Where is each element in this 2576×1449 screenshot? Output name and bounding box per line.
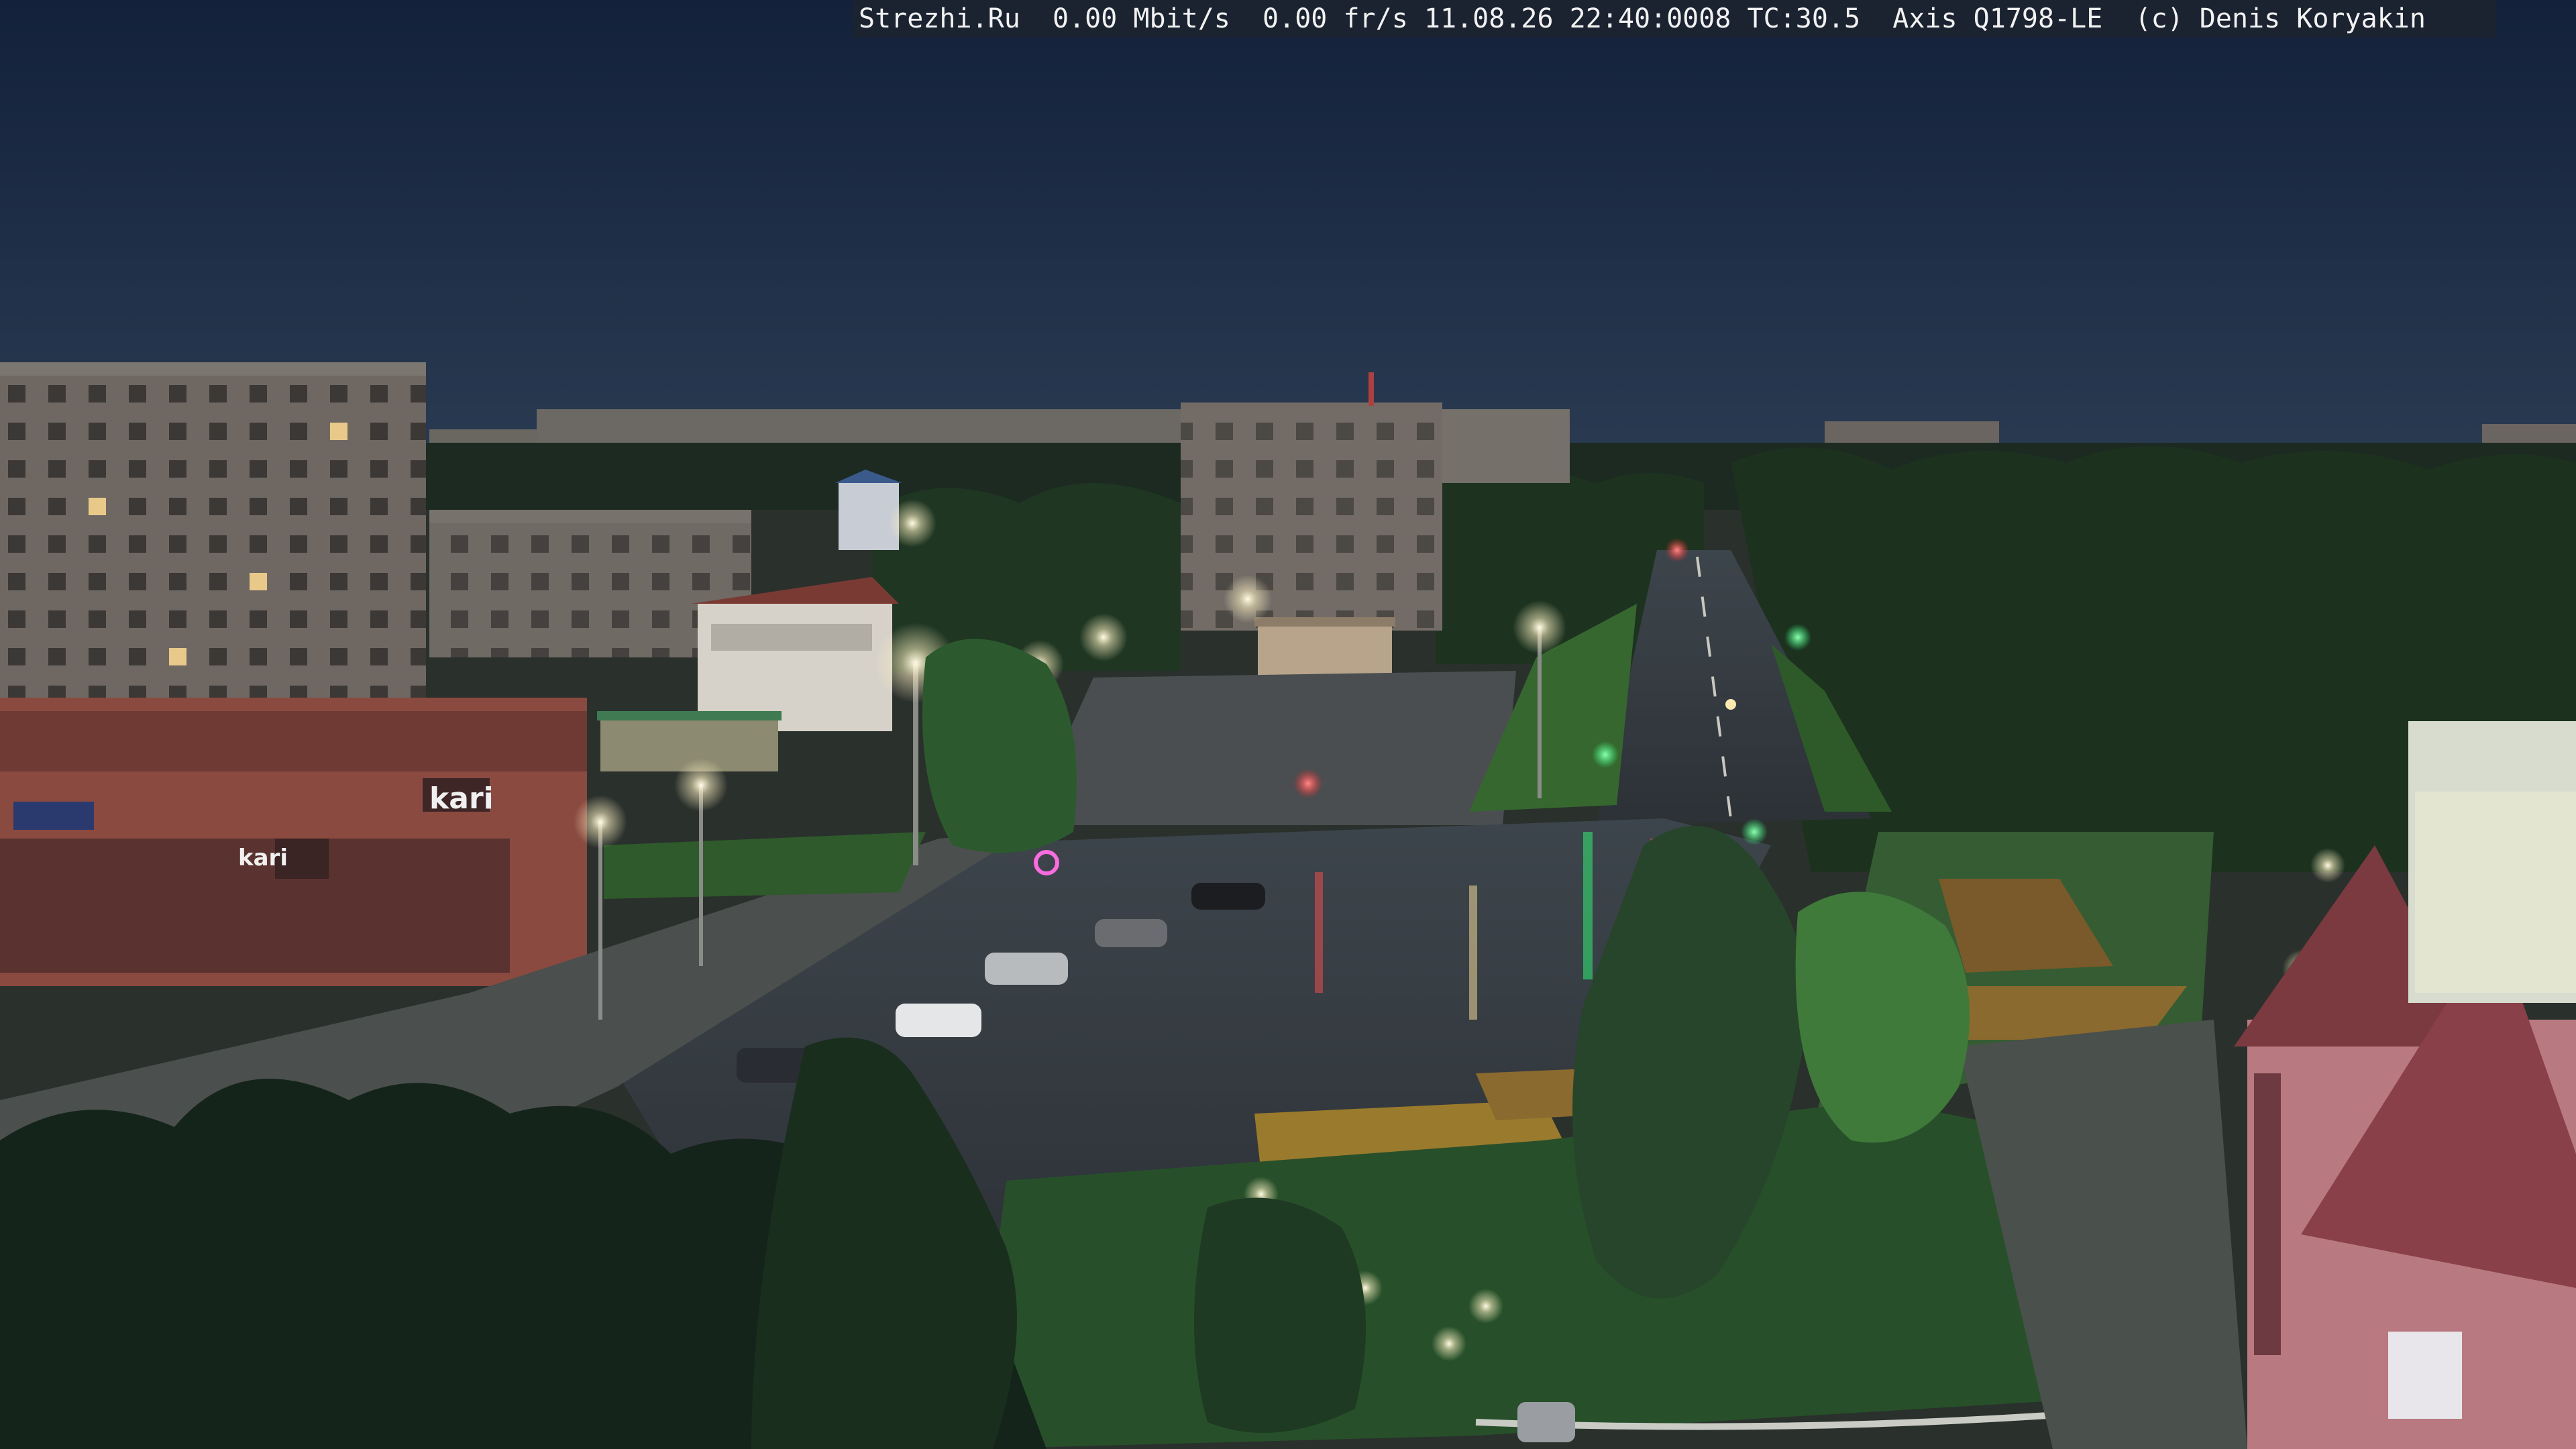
plaza	[1026, 671, 1516, 825]
blue-roof-tower	[835, 470, 902, 550]
red-roof-house	[691, 577, 899, 731]
pavilion-building	[1254, 617, 1395, 681]
camera-info-overlay: Strezhi.Ru 0.00 Mbit/s 0.00 fr/s 11.08.2…	[853, 0, 2496, 38]
store-sign-small: kari	[238, 845, 288, 871]
white-building-right	[2408, 721, 2576, 1003]
store-sign: kari	[429, 782, 494, 816]
webcam-scene: kari kari	[0, 0, 2576, 1449]
brick-commercial-building	[0, 698, 587, 986]
